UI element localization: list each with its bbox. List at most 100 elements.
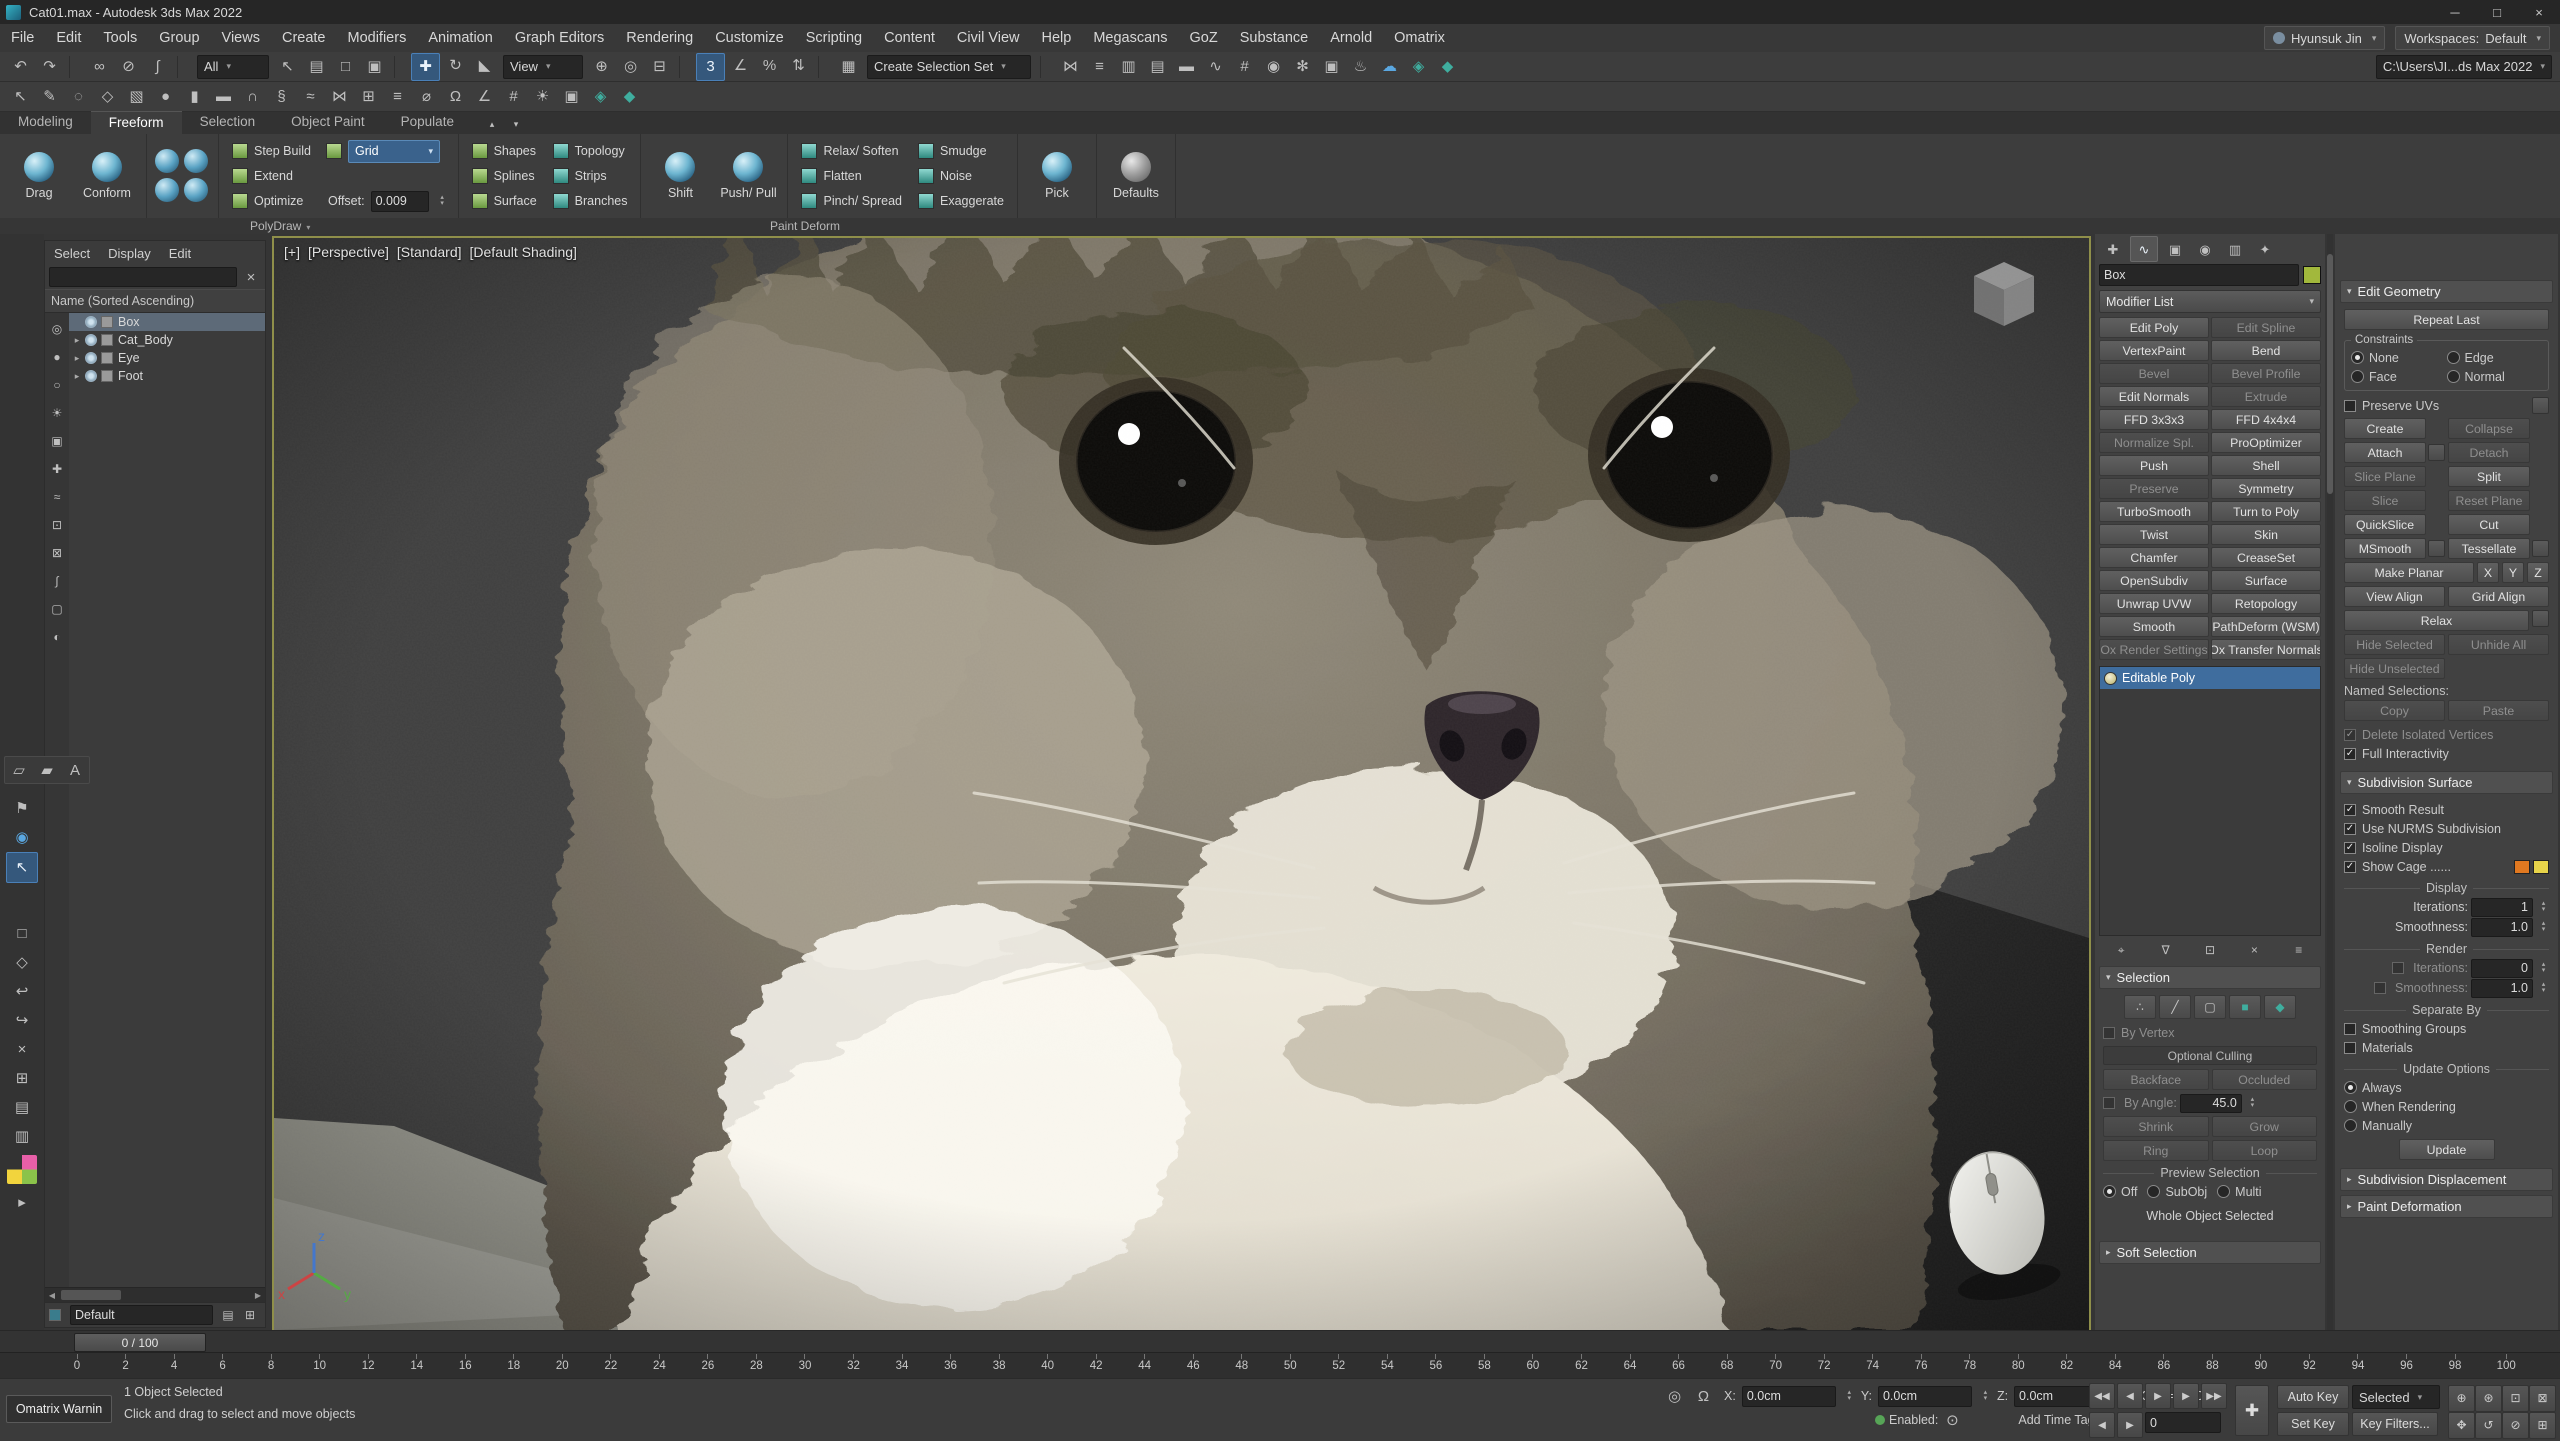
settings-box[interactable] <box>2532 540 2549 557</box>
selection-rollout-header[interactable]: Selection <box>2099 966 2321 989</box>
conform-brush-icon[interactable] <box>184 149 208 173</box>
render-iterations-field[interactable]: 0 <box>2471 959 2533 978</box>
visibility-icon[interactable] <box>85 316 97 328</box>
menu-item[interactable]: Tools <box>92 24 148 52</box>
collapsed-rollout-header[interactable]: Paint Deformation <box>2340 1195 2553 1218</box>
eye-icon[interactable]: ◉ <box>7 823 37 852</box>
x-coordinate-field[interactable]: 0.0cm <box>1742 1386 1836 1407</box>
constraint-radio[interactable]: Face <box>2351 367 2447 386</box>
viewport-label[interactable]: [+] <box>284 244 300 260</box>
time-slider-handle[interactable]: 0 / 100 <box>74 1333 206 1352</box>
polygon-mode-icon[interactable]: ■ <box>2229 995 2261 1019</box>
timeline-tick[interactable]: 42 <box>1089 1354 1103 1372</box>
timeline-tick[interactable]: 92 <box>2302 1354 2316 1372</box>
collapsed-rollout-header[interactable]: Subdivision Displacement <box>2340 1168 2553 1191</box>
filter-groups-icon[interactable]: ⊡ <box>47 511 67 539</box>
render-iterations-checkbox[interactable] <box>2392 962 2404 974</box>
modifier-button[interactable]: CreaseSet <box>2211 547 2321 568</box>
scene-object-row[interactable]: Cat_Body <box>69 331 265 349</box>
zoom-region-icon[interactable]: ⊠ <box>2529 1385 2556 1412</box>
menu-item[interactable]: Help <box>1031 24 1083 52</box>
modifier-button[interactable]: Ox Transfer Normals <box>2211 639 2321 660</box>
hide-button[interactable]: Unhide All <box>2448 634 2549 655</box>
scene-object-row[interactable]: Eye <box>69 349 265 367</box>
timeline-tick[interactable]: 66 <box>1672 1354 1686 1372</box>
preview-selection-radio[interactable]: Multi <box>2217 1182 2261 1201</box>
scrollbar-thumb[interactable] <box>61 1290 121 1300</box>
paint-deform-button[interactable]: Exaggerate <box>913 190 1009 213</box>
ribbon-tab[interactable]: Freeform <box>91 111 182 134</box>
zoom-extents-icon[interactable]: ⊡ <box>2502 1385 2529 1412</box>
display-tab[interactable]: ▥ <box>2222 237 2248 261</box>
delete-isolated-vertices-checkbox[interactable] <box>2344 729 2356 741</box>
timeline-tick[interactable]: 72 <box>1817 1354 1831 1372</box>
render-smoothness-checkbox[interactable] <box>2374 982 2386 994</box>
render-smoothness-spinner[interactable] <box>2538 982 2549 994</box>
expand-arrow-icon[interactable]: ▸ <box>7 1188 37 1217</box>
culling-button[interactable]: Occluded <box>2212 1069 2318 1090</box>
filter-cameras-icon[interactable]: ▣ <box>47 427 67 455</box>
scene-explorer-search-input[interactable] <box>49 267 237 287</box>
hide-button[interactable]: Hide Selected <box>2344 634 2445 655</box>
checkbox[interactable] <box>2344 804 2356 816</box>
edit-geometry-button[interactable]: Detach <box>2448 442 2530 463</box>
timeline-tick[interactable]: 40 <box>1041 1354 1055 1372</box>
expand-arrow-icon[interactable] <box>71 335 83 346</box>
selection-grow-button[interactable]: Shrink <box>2103 1116 2209 1137</box>
update-option-radio[interactable]: Manually <box>2344 1116 2549 1135</box>
timeline-tick[interactable]: 14 <box>410 1354 424 1372</box>
ribbon-tab[interactable]: Modeling <box>0 111 91 134</box>
offset-spinner[interactable] <box>437 195 448 207</box>
next-frame-icon[interactable]: ▶ <box>2173 1383 2199 1409</box>
modifier-button[interactable]: FFD 3x3x3 <box>2099 409 2209 430</box>
key-filters-button[interactable]: Key Filters... <box>2352 1412 2438 1436</box>
settings-box[interactable] <box>2428 444 2445 461</box>
modifier-list-dropdown[interactable]: Modifier List <box>2099 290 2321 313</box>
menu-item[interactable]: Modifiers <box>337 24 418 52</box>
element-mode-icon[interactable]: ◆ <box>2264 995 2296 1019</box>
filter-geometry-icon[interactable]: ● <box>47 343 67 371</box>
window-crossing-icon[interactable]: ▣ <box>361 54 388 80</box>
timeline-tick[interactable]: 70 <box>1769 1354 1783 1372</box>
modifier-button[interactable]: Skin <box>2211 524 2321 545</box>
timeline-tick[interactable]: 48 <box>1235 1354 1249 1372</box>
shift-tool-button[interactable]: Shift <box>649 138 711 214</box>
repeat-last-button[interactable]: Repeat Last <box>2344 309 2549 330</box>
modifier-button[interactable]: Turn to Poly <box>2211 501 2321 522</box>
polydraw-tool-button[interactable]: Extend <box>227 165 316 188</box>
cube-icon[interactable]: ▧ <box>123 84 150 110</box>
toggle-layer-explorer-icon[interactable]: ▤ <box>1144 54 1171 80</box>
timeline-tick[interactable]: 26 <box>701 1354 715 1372</box>
select-tool-icon[interactable]: ↖ <box>6 852 38 883</box>
filter-containers-icon[interactable]: ▢ <box>47 595 67 623</box>
select-and-scale-icon[interactable]: ◣ <box>471 53 498 79</box>
undo-arrow-icon[interactable]: ↩ <box>7 977 37 1006</box>
filter-bones-icon[interactable]: ∫ <box>47 567 67 595</box>
menu-item[interactable]: Rendering <box>615 24 704 52</box>
edit-geometry-button[interactable]: Reset Plane <box>2448 490 2530 511</box>
render-iterations-spinner[interactable] <box>2538 962 2549 974</box>
diamond-tool-icon[interactable]: ◇ <box>7 948 37 977</box>
modifier-button[interactable]: Symmetry <box>2211 478 2321 499</box>
timeline-tick[interactable]: 96 <box>2400 1354 2414 1372</box>
maximize-button[interactable]: □ <box>2476 0 2518 24</box>
timeline-tick[interactable]: 30 <box>798 1354 812 1372</box>
scene-object-row[interactable]: Box <box>69 313 265 331</box>
menu-item[interactable]: Create <box>271 24 337 52</box>
undo-icon[interactable]: ↶ <box>7 54 34 80</box>
filter-shapes-icon[interactable]: ○ <box>47 371 67 399</box>
select-by-name-icon[interactable]: ▤ <box>303 54 330 80</box>
auto-key-button[interactable]: Auto Key <box>2277 1385 2349 1409</box>
use-pivot-center-icon[interactable]: ⊕ <box>588 54 615 80</box>
zoom-all-icon[interactable]: ⊛ <box>2475 1385 2502 1412</box>
horizontal-scrollbar[interactable]: ◀ ▶ <box>45 1287 265 1302</box>
orbit-icon[interactable]: ↺ <box>2475 1412 2502 1439</box>
timeline-tick[interactable]: 52 <box>1332 1354 1346 1372</box>
ribbon-config-icon[interactable]: ▾ <box>505 114 527 134</box>
timeline-tick[interactable]: 34 <box>895 1354 909 1372</box>
viewport-label[interactable]: [Standard] <box>397 244 462 260</box>
polydraw-topology-button[interactable]: Branches <box>548 190 633 213</box>
menu-item[interactable]: Substance <box>1229 24 1320 52</box>
rectangular-selection-region-icon[interactable]: □ <box>332 54 359 80</box>
teal-tool-icon-2[interactable]: ◆ <box>616 84 643 110</box>
